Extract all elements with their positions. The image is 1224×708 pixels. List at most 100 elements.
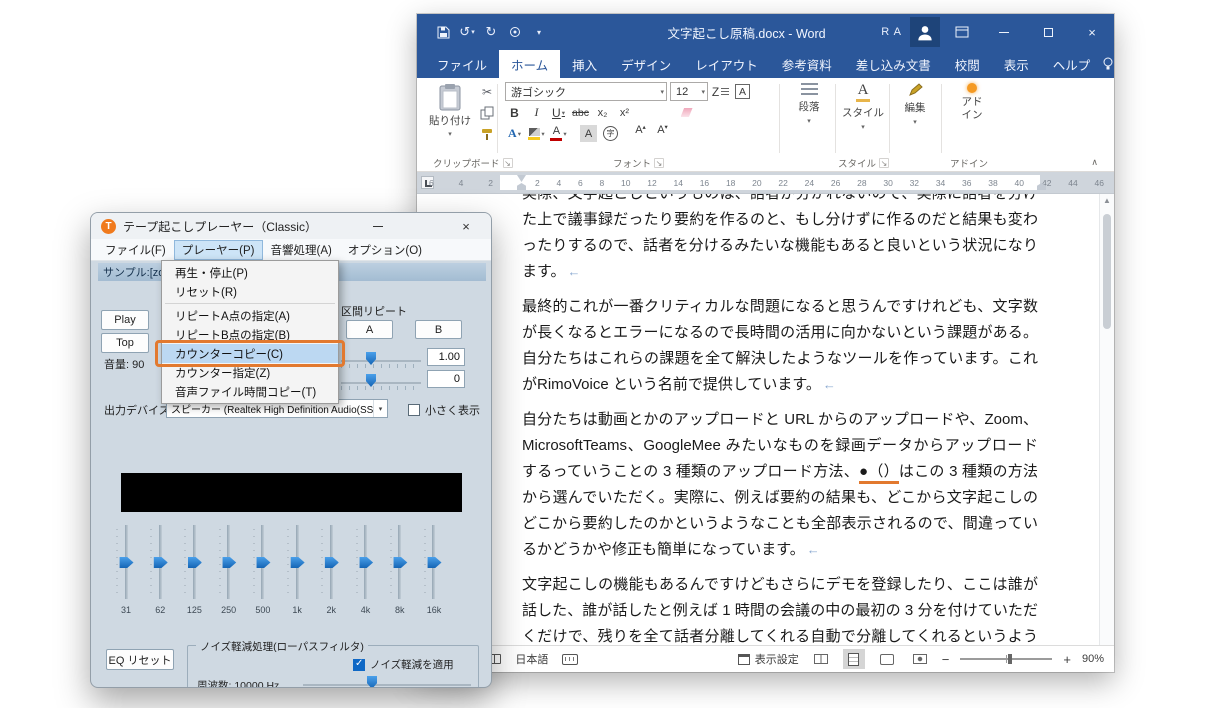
eq-slider-handle[interactable]: [428, 557, 442, 568]
speed-value-field[interactable]: 1.00: [427, 348, 465, 366]
checkbox-icon[interactable]: [106, 687, 118, 688]
ribbon-display-options-icon[interactable]: [952, 21, 972, 43]
save-icon[interactable]: [433, 21, 453, 43]
counter-slider[interactable]: [341, 382, 421, 384]
close-button[interactable]: ×: [451, 215, 481, 237]
frequency-slider[interactable]: [303, 684, 471, 686]
paragraph-group-button[interactable]: 段落 ▾: [788, 83, 830, 125]
menubar-item[interactable]: ファイル(F): [97, 240, 174, 260]
zoom-in-button[interactable]: +: [1063, 652, 1071, 667]
eq-slider-handle[interactable]: [291, 557, 305, 568]
font-dialog-launcher[interactable]: ↘: [654, 158, 664, 168]
menubar-item[interactable]: プレーヤー(P): [174, 240, 263, 260]
menubar-item[interactable]: 音響処理(A): [263, 240, 340, 260]
checked-checkbox-icon[interactable]: [353, 659, 365, 671]
eq-slider-handle[interactable]: [359, 557, 373, 568]
keyboard-icon[interactable]: [562, 654, 578, 665]
grow-font-button[interactable]: A▴: [631, 124, 650, 143]
eq-reset-button[interactable]: EQ リセット: [106, 649, 174, 670]
format-painter-icon[interactable]: [477, 126, 497, 142]
checkbox-icon[interactable]: [408, 404, 420, 416]
zoom-level[interactable]: 90%: [1082, 653, 1104, 665]
superscript-button[interactable]: x²: [615, 103, 634, 122]
copy-icon[interactable]: [477, 105, 497, 121]
eq-band-slider[interactable]: 16k: [419, 523, 449, 615]
subscript-button[interactable]: x₂: [593, 103, 612, 122]
web-layout-button[interactable]: [876, 649, 898, 669]
play-button[interactable]: Play: [101, 310, 149, 330]
ribbon-tab[interactable]: ホーム: [499, 50, 560, 78]
noise-apply-checkbox[interactable]: ノイズ軽減を適用: [353, 657, 454, 672]
eq-band-slider[interactable]: 1k: [282, 523, 312, 615]
eq-slider-handle[interactable]: [120, 557, 134, 568]
eq-band-slider[interactable]: 31: [111, 523, 141, 615]
styles-gallery-button[interactable]: A スタイル ▾: [841, 83, 885, 131]
touch-mode-icon[interactable]: [505, 21, 525, 43]
zoom-slider[interactable]: [960, 658, 1052, 660]
ribbon-tab[interactable]: 校閲: [943, 50, 992, 78]
eq-slider-handle[interactable]: [222, 557, 236, 568]
horizontal-ruler[interactable]: 642 246810121416182022242628303234363840…: [417, 172, 1114, 194]
ribbon-tab[interactable]: 参考資料: [770, 50, 844, 78]
minimize-button[interactable]: [982, 14, 1026, 50]
cut-icon[interactable]: ✂: [477, 84, 497, 100]
ribbon-tab[interactable]: ヘルプ: [1041, 50, 1103, 78]
mono-checkbox[interactable]: モノラル化: [106, 685, 178, 688]
menubar-item[interactable]: オプション(O): [340, 240, 430, 260]
eq-band-slider[interactable]: 62: [145, 523, 175, 615]
character-shading-button[interactable]: A: [579, 124, 598, 143]
strikethrough-button[interactable]: abc: [571, 103, 590, 122]
eq-slider-handle[interactable]: [256, 557, 270, 568]
clipboard-dialog-launcher[interactable]: ↘: [503, 158, 513, 168]
zoom-out-button[interactable]: −: [942, 652, 950, 667]
menu-item[interactable]: リピートA点の指定(A): [162, 306, 338, 325]
document-page[interactable]: 実際、文字起こしというものは、話者が分かれないので、実際に話者を分けた上で議事録…: [522, 194, 1038, 645]
word-titlebar[interactable]: ↺▾ ↻ ▾ 文字起こし原稿.docx - Word R A ×: [417, 14, 1114, 50]
font-name-select[interactable]: 游ゴシック ▾: [505, 82, 667, 101]
font-color-button[interactable]: A▾: [549, 124, 568, 143]
ribbon-tab[interactable]: 挿入: [560, 50, 609, 78]
scroll-up-icon[interactable]: ▲: [1100, 196, 1114, 205]
addin-button[interactable]: アドイン: [948, 83, 996, 122]
eq-band-slider[interactable]: 250: [214, 523, 244, 615]
undo-icon[interactable]: ↺▾: [457, 21, 477, 43]
character-border-button[interactable]: A: [733, 82, 752, 101]
eq-slider-handle[interactable]: [188, 557, 202, 568]
menu-item[interactable]: カウンター指定(Z): [162, 363, 338, 382]
clear-formatting-button[interactable]: [677, 103, 696, 122]
qat-customize-icon[interactable]: ▾: [529, 21, 549, 43]
avatar[interactable]: [910, 17, 940, 47]
minimize-button[interactable]: [363, 215, 393, 237]
print-layout-button[interactable]: [843, 649, 865, 669]
eq-band-slider[interactable]: 8k: [385, 523, 415, 615]
speed-slider[interactable]: [341, 360, 421, 362]
collapse-ribbon-icon[interactable]: ∧: [1091, 157, 1098, 168]
menu-item[interactable]: カウンターコピー(C): [162, 344, 338, 363]
ribbon-tab[interactable]: ファイル: [425, 50, 499, 78]
eq-slider-handle[interactable]: [154, 557, 168, 568]
eq-band-slider[interactable]: 125: [179, 523, 209, 615]
repeat-a-button[interactable]: A: [346, 320, 393, 339]
ribbon-tab[interactable]: 差し込み文書: [844, 50, 943, 78]
tell-me-assistant[interactable]: 操作アシ: [1102, 56, 1114, 73]
highlight-button[interactable]: ▾: [527, 124, 546, 143]
zoom-slider-thumb[interactable]: [1008, 654, 1012, 664]
underline-button[interactable]: U▾: [549, 103, 568, 122]
menu-item[interactable]: リピートB点の指定(B): [162, 325, 338, 344]
eq-slider-handle[interactable]: [325, 557, 339, 568]
small-view-checkbox[interactable]: 小さく表示: [408, 402, 480, 418]
read-mode-button[interactable]: [810, 649, 832, 669]
menu-item[interactable]: リセット(R): [162, 282, 338, 301]
redo-icon[interactable]: ↻: [481, 21, 501, 43]
eq-band-slider[interactable]: 2k: [316, 523, 346, 615]
eq-band-slider[interactable]: 4k: [351, 523, 381, 615]
ribbon-tab[interactable]: レイアウト: [683, 50, 770, 78]
styles-dialog-launcher[interactable]: ↘: [879, 158, 889, 168]
font-size-select[interactable]: 12 ▾: [670, 82, 708, 101]
player-titlebar[interactable]: T テープ起こしプレーヤー（Classic） ×: [91, 213, 491, 239]
phonetic-guide-button[interactable]: Z: [711, 82, 730, 101]
menu-item[interactable]: 再生・停止(P): [162, 263, 338, 282]
top-button[interactable]: Top: [101, 333, 149, 353]
shrink-font-button[interactable]: A▾: [653, 124, 672, 143]
counter-value-field[interactable]: 0: [427, 370, 465, 388]
